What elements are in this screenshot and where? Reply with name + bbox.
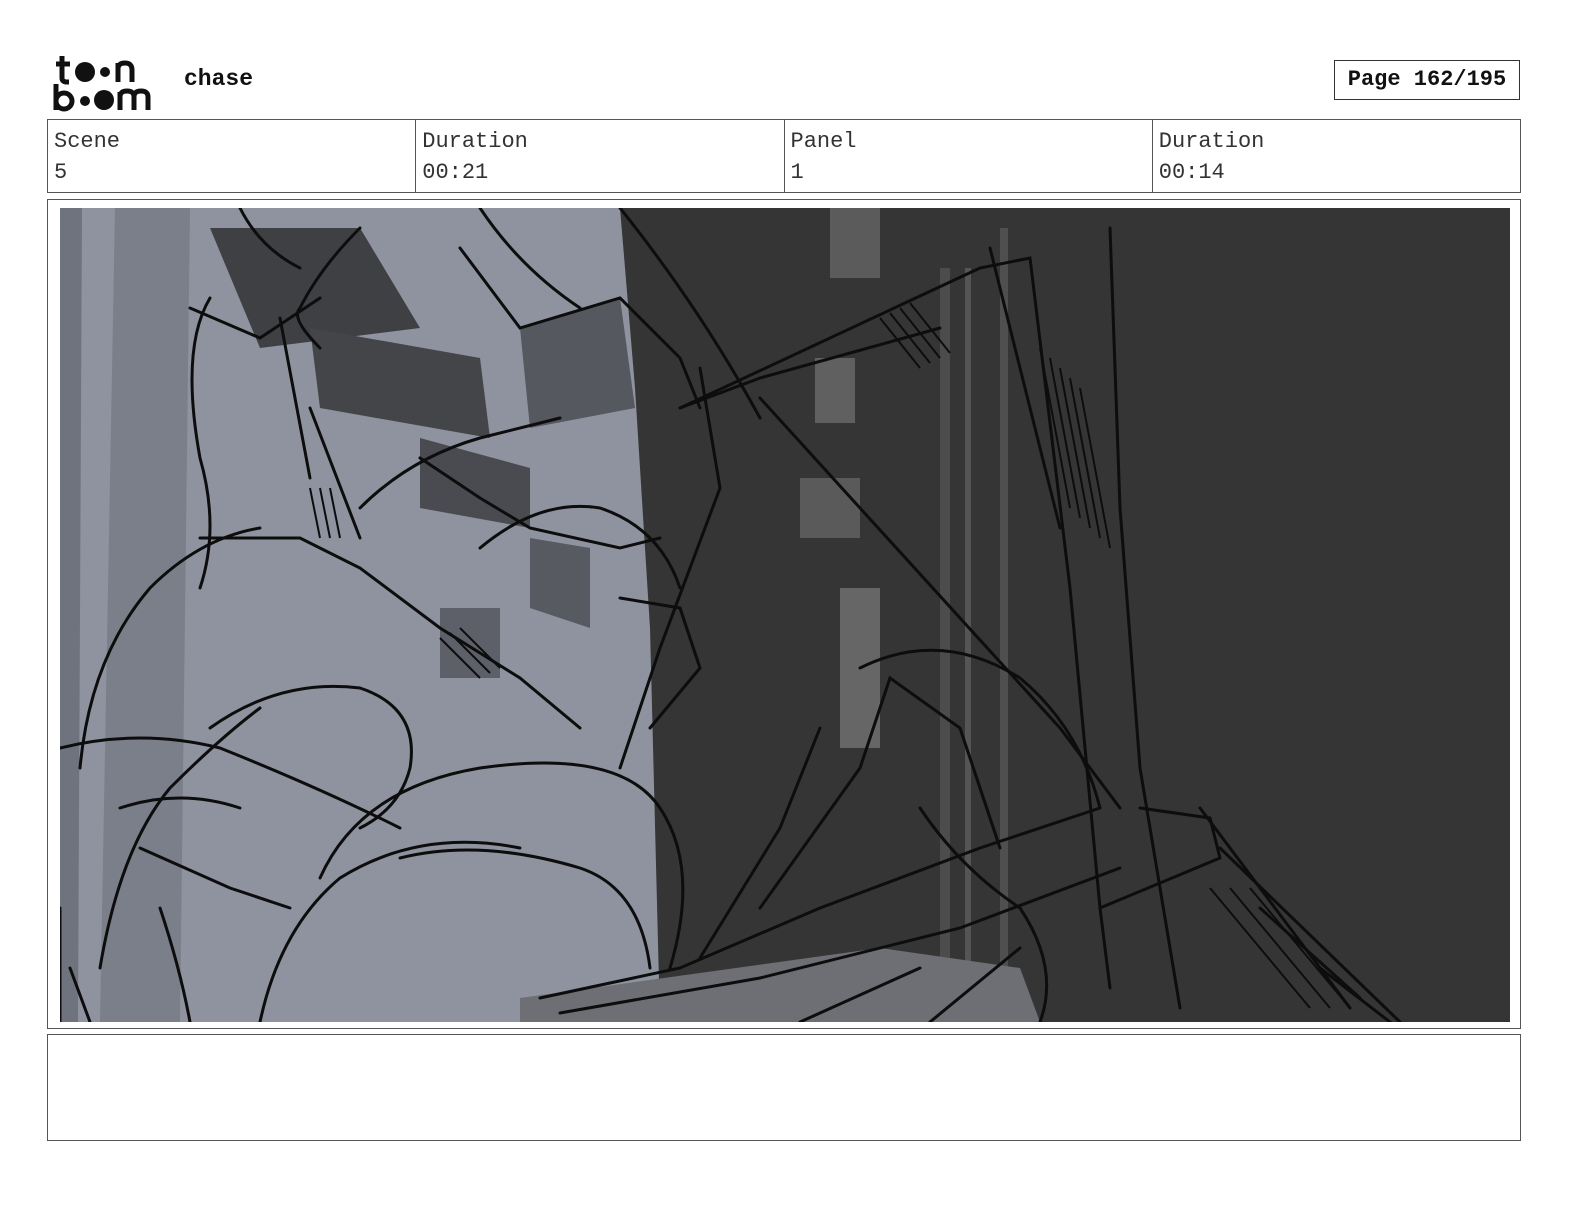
vertical-strip xyxy=(940,268,950,1018)
panel-duration-label: Duration xyxy=(1158,129,1265,154)
scene-duration-cell: Duration 00:21 xyxy=(415,120,783,192)
panel-cell: Panel 1 xyxy=(783,120,1152,192)
page-number: Page 162/195 xyxy=(1334,60,1520,100)
pillar xyxy=(100,208,190,1022)
scene-value: 5 xyxy=(54,160,68,185)
panel-label: Panel xyxy=(790,129,857,154)
panel-duration-cell: Duration 00:14 xyxy=(1151,120,1520,192)
panel-notes-box[interactable] xyxy=(47,1034,1521,1141)
panel-sketch xyxy=(60,208,1510,1022)
panel-duration-value: 00:14 xyxy=(1158,160,1225,185)
window-slab xyxy=(800,478,860,538)
storyboard-panel-frame xyxy=(47,199,1521,1029)
window-slab xyxy=(815,358,855,423)
vertical-strip xyxy=(965,268,971,1018)
scene-cell: Scene 5 xyxy=(48,120,415,192)
toonboom-logo-mark xyxy=(53,56,151,112)
toonboom-logo xyxy=(52,52,164,112)
project-title: chase xyxy=(184,66,254,92)
scene-duration-label: Duration xyxy=(422,129,528,154)
scene-label: Scene xyxy=(54,129,121,154)
scene-info-table: Scene 5 Duration 00:21 Panel 1 Duration … xyxy=(47,119,1521,193)
storyboard-panel-image xyxy=(60,208,1510,1022)
window-slab xyxy=(830,208,880,278)
scene-duration-value: 00:21 xyxy=(422,160,489,185)
panel-value: 1 xyxy=(790,160,804,185)
